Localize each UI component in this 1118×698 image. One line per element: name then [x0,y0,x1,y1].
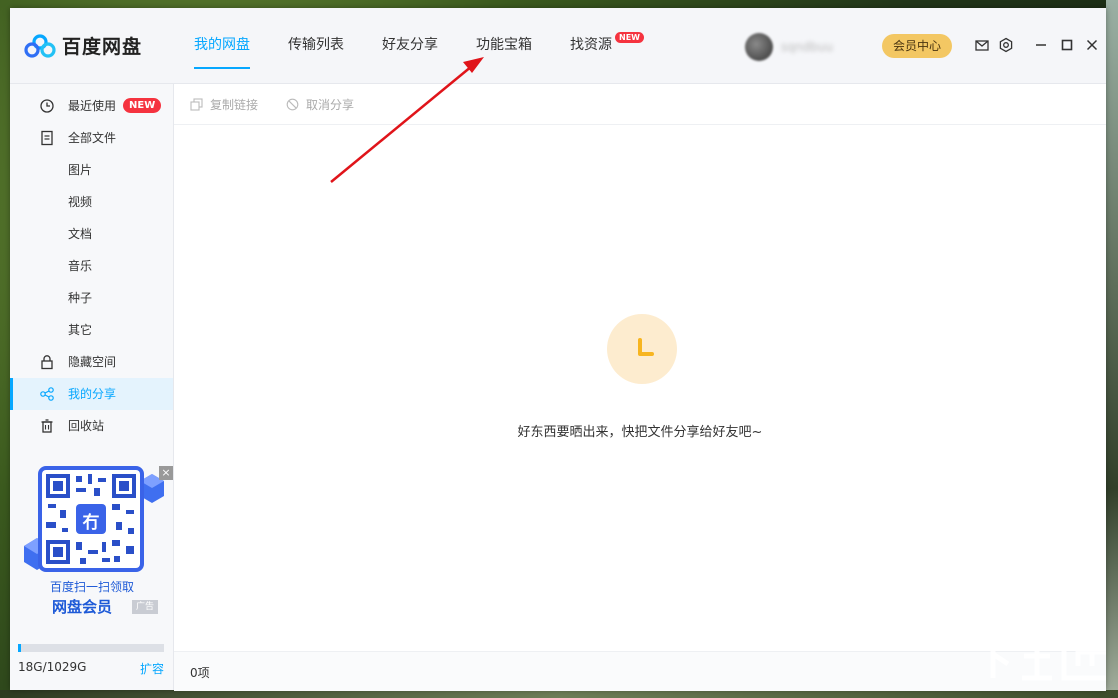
username[interactable]: sqndbuu [781,40,833,54]
new-badge: NEW [615,32,644,43]
sidebar-item-documents[interactable]: 文档 [10,218,173,250]
tab-my-netdisk[interactable]: 我的网盘 [194,8,250,83]
storage-usage: 18G/1029G [18,660,87,674]
storage-progress-fill [18,644,21,652]
qr-code: 冇 [38,466,144,572]
desktop-background-right [1106,0,1118,698]
cancel-share-button[interactable]: 取消分享 [286,96,354,113]
lock-icon [41,355,53,370]
sidebar-item-my-shares[interactable]: 我的分享 [10,378,173,410]
file-icon [41,130,53,146]
mail-icon[interactable] [974,37,990,53]
sidebar-item-label: 隐藏空间 [68,355,117,369]
title-bar: 百度网盘 我的网盘 传输列表 好友分享 功能宝箱 找资源 NEW sqndbuu… [10,8,1106,84]
ad-text-line2: 网盘会员 [51,598,112,616]
user-profile[interactable]: sqndbuu [745,33,833,61]
app-window: 百度网盘 我的网盘 传输列表 好友分享 功能宝箱 找资源 NEW sqndbuu… [10,8,1106,691]
sidebar-item-torrents[interactable]: 种子 [10,282,173,314]
sidebar-item-label: 图片 [68,163,93,177]
sidebar-item-hidden-space[interactable]: 隐藏空间 [10,346,173,378]
ban-icon [286,98,299,111]
sidebar-item-images[interactable]: 图片 [10,154,173,186]
sidebar-item-label: 文档 [68,227,93,241]
ad-text-line1: 百度扫一扫领取 [49,580,134,594]
app-name: 百度网盘 [62,36,143,58]
sidebar-item-label: 视频 [68,195,93,209]
minimize-icon[interactable] [1033,37,1049,53]
vip-ad-banner[interactable]: 冇 × 百度扫一扫领取 网盘会员 广告 [22,466,173,626]
ad-label: 广告 [132,600,159,614]
sidebar-item-label: 最近使用 [68,99,117,113]
share-icon [40,387,54,401]
close-ad-button[interactable]: × [159,466,173,480]
tab-toolbox[interactable]: 功能宝箱 [476,8,532,83]
empty-state-message: 好东西要晒出来，快把文件分享给好友吧~ [517,425,763,440]
trash-icon [41,419,53,433]
sidebar-item-others[interactable]: 其它 [10,314,173,346]
sidebar-item-recycle-bin[interactable]: 回收站 [10,410,173,442]
tab-friend-share[interactable]: 好友分享 [382,8,438,83]
share-toolbar: 复制链接 取消分享 [174,84,1106,125]
item-count: 0项 [190,666,210,680]
sidebar-item-music[interactable]: 音乐 [10,250,173,282]
maximize-icon[interactable] [1059,37,1075,53]
vip-center-button[interactable]: 会员中心 [882,34,952,58]
desktop-background-bottom [0,690,1118,698]
close-icon[interactable] [1084,37,1100,53]
qr-center-logo: 冇 [82,513,100,533]
new-badge: NEW [123,98,162,113]
empty-clock-icon [638,338,654,356]
sidebar: 最近使用 NEW 全部文件 图片 视频 文档 音乐 种子 其它 隐藏空间 我的分… [10,84,174,690]
expand-storage-link[interactable]: 扩容 [140,660,164,677]
sidebar-item-label: 其它 [68,323,93,337]
main-nav: 我的网盘 传输列表 好友分享 功能宝箱 找资源 NEW [194,8,650,83]
sidebar-item-label: 种子 [68,291,93,305]
cloud-logo-icon [24,33,56,58]
tab-transfer-list[interactable]: 传输列表 [288,8,344,83]
copy-link-label: 复制链接 [210,98,259,112]
app-logo[interactable]: 百度网盘 [24,32,142,59]
sidebar-item-label: 音乐 [68,259,93,273]
sidebar-item-videos[interactable]: 视频 [10,186,173,218]
tab-find-resources[interactable]: 找资源 NEW [570,8,644,83]
storage-progress-bar [18,644,164,652]
avatar[interactable] [745,33,773,61]
copy-link-button[interactable]: 复制链接 [190,96,258,113]
sidebar-item-label: 我的分享 [68,387,117,401]
clock-icon [40,99,54,113]
sidebar-item-all-files[interactable]: 全部文件 [10,122,173,154]
empty-state-illustration [607,314,677,384]
copy-icon [190,98,203,111]
sidebar-item-label: 全部文件 [68,131,117,145]
sidebar-item-recent[interactable]: 最近使用 NEW [10,90,173,122]
watermark-logo [976,637,1106,681]
cancel-share-label: 取消分享 [306,98,355,112]
settings-icon[interactable] [998,37,1014,53]
sidebar-item-label: 回收站 [68,419,105,433]
